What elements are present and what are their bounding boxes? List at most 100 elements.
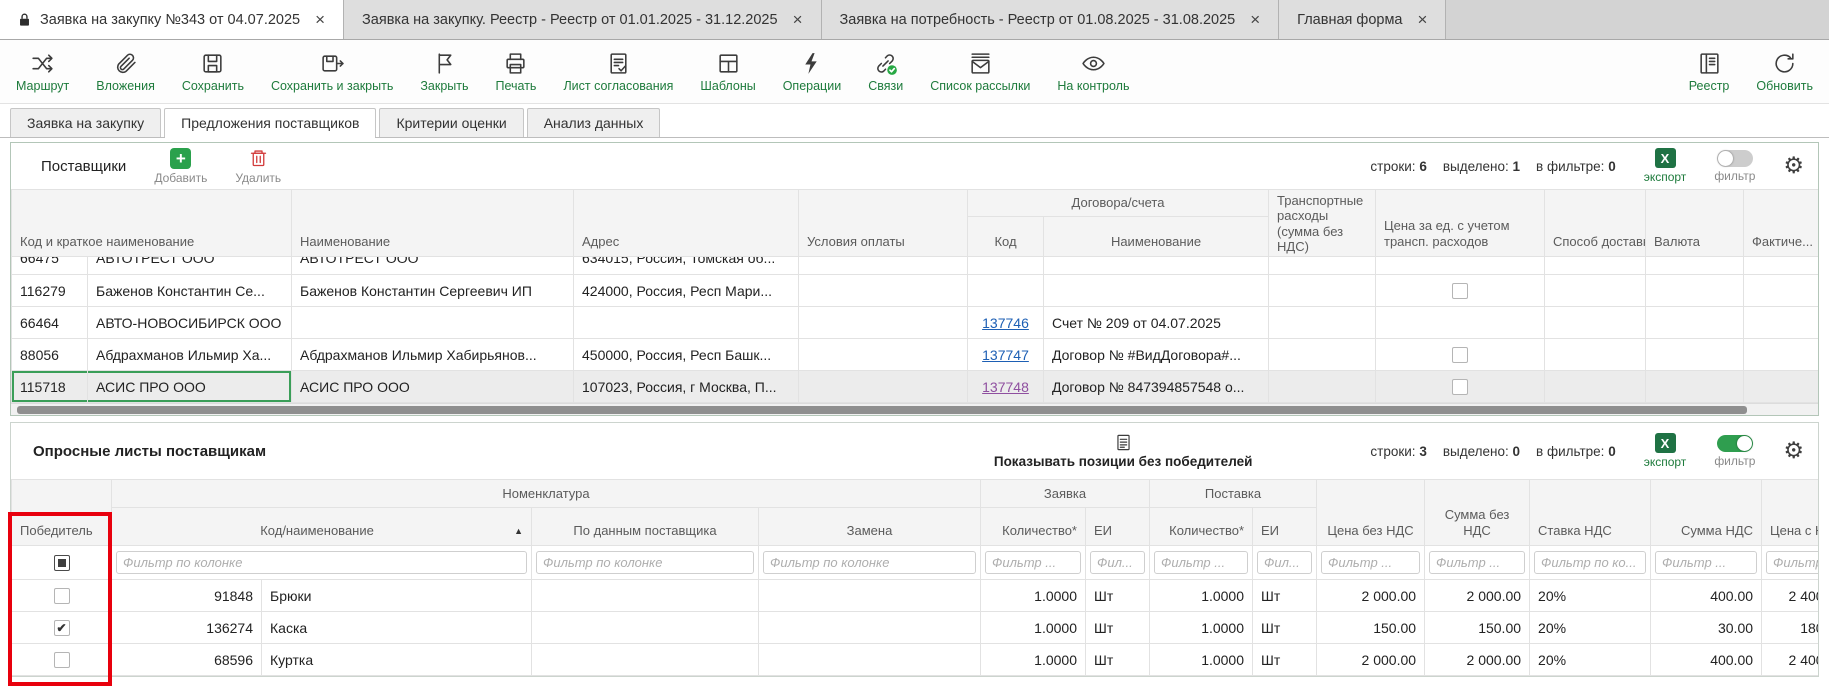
supplier-row-selected[interactable]: 115718 АСИС ПРО ООО АСИС ПРО ООО 107023,…: [12, 371, 1819, 403]
contract-link[interactable]: 137746: [982, 315, 1029, 331]
col-actual: Фактиче...: [1744, 190, 1819, 257]
close-tab-icon[interactable]: ×: [315, 10, 325, 30]
col-group-nomenclature: Номенклатура: [112, 480, 981, 508]
route-button[interactable]: Маршрут: [16, 51, 69, 93]
save-button[interactable]: Сохранить: [182, 51, 244, 93]
col-by-supplier: По данным поставщика: [532, 508, 759, 546]
toggle-on-icon[interactable]: [1717, 435, 1753, 452]
col-unit-price-transport: Цена за ед. с учетом трансп. расходов: [1376, 190, 1545, 257]
winner-checkbox-checked[interactable]: ✔: [54, 620, 70, 636]
filter-by-supplier-input[interactable]: [536, 551, 754, 574]
supplier-row[interactable]: 66475 АВТОТРЕСТ ООО АВТОТРЕСТ ООО 634015…: [12, 257, 1819, 275]
selected-count: 1: [1513, 159, 1521, 174]
questionnaires-title: Опросные листы поставщикам: [33, 443, 266, 460]
window-tab-label: Заявка на закупку №343 от 04.07.2025: [40, 12, 300, 28]
tab-purchase-request[interactable]: Заявка на закупку: [10, 108, 161, 137]
add-supplier-button[interactable]: + Добавить: [154, 148, 207, 185]
save-and-close-button[interactable]: Сохранить и закрыть: [271, 51, 393, 93]
questionnaire-row[interactable]: 91848 Брюки 1.0000 Шт 1.0000 Шт 2 000.00…: [12, 580, 1820, 612]
filter-vat-rate-input[interactable]: [1534, 551, 1646, 574]
lightning-icon: [799, 51, 824, 76]
questionnaire-row[interactable]: ✔ 136274 Каска 1.0000 Шт 1.0000 Шт 150.0…: [12, 612, 1820, 644]
col-price-no-vat: Цена без НДС: [1317, 480, 1425, 546]
supplier-row[interactable]: 116279 Баженов Константин Се... Баженов …: [12, 275, 1819, 307]
tab-data-analysis[interactable]: Анализ данных: [527, 108, 661, 137]
filter-price-no-vat-input[interactable]: [1321, 551, 1420, 574]
filter-unit-request-input[interactable]: [1090, 551, 1145, 574]
col-code-name-sortable[interactable]: ▲Код/наименование: [112, 508, 532, 546]
to-control-button[interactable]: На контроль: [1057, 51, 1129, 93]
questionnaires-panel: Опросные листы поставщикам Показывать по…: [10, 422, 1819, 677]
window-tab-need-registry[interactable]: Заявка на потребность - Реестр от 01.08.…: [822, 0, 1280, 39]
questionnaire-row[interactable]: 68596 Куртка 1.0000 Шт 1.0000 Шт 2 000.0…: [12, 644, 1820, 676]
close-form-button[interactable]: Закрыть: [420, 51, 468, 93]
questionnaires-export-button[interactable]: X экспорт: [1644, 433, 1687, 469]
window-tab-label: Заявка на потребность - Реестр от 01.08.…: [840, 12, 1236, 28]
col-sum-no-vat: Сумма без НДС: [1425, 480, 1530, 546]
save-icon: [200, 51, 225, 76]
supplier-row[interactable]: 66464 АВТО-НОВОСИБИРСК ООО 137746 Счет №…: [12, 307, 1819, 339]
refresh-icon: [1772, 51, 1797, 76]
suppliers-filter-toggle[interactable]: фильтр: [1714, 150, 1755, 183]
col-payment-terms: Условия оплаты: [799, 190, 968, 257]
supplier-row[interactable]: 88056 Абдрахманов Ильмир Ха... Абдрахман…: [12, 339, 1819, 371]
links-button[interactable]: Связи: [868, 51, 903, 93]
questionnaires-counters: строки: 3 выделено: 0 в фильтре: 0: [1370, 444, 1615, 459]
filter-price-with-vat-input[interactable]: [1766, 551, 1819, 574]
transport-price-checkbox[interactable]: [1452, 347, 1468, 363]
col-name: Наименование: [292, 190, 574, 257]
window-tab-main-form[interactable]: Главная форма ×: [1279, 0, 1446, 39]
attachments-button[interactable]: Вложения: [96, 51, 155, 93]
horizontal-scrollbar[interactable]: [11, 403, 1818, 415]
winner-checkbox[interactable]: [54, 652, 70, 668]
questionnaires-settings-gear-icon[interactable]: ⚙: [1783, 440, 1804, 463]
plus-icon: +: [170, 148, 191, 169]
questionnaires-filter-toggle[interactable]: фильтр: [1714, 435, 1755, 468]
rows-count: 6: [1419, 159, 1427, 174]
winner-select-all-checkbox[interactable]: [54, 555, 70, 571]
filter-unit-supply-input[interactable]: [1257, 551, 1312, 574]
col-price-with-vat: Цена с Н...: [1762, 480, 1819, 546]
contract-link[interactable]: 137748: [982, 379, 1029, 395]
suppliers-panel: Поставщики + Добавить Удалить строки: 6 …: [10, 142, 1819, 416]
operations-button[interactable]: Операции: [783, 51, 841, 93]
window-tab-request[interactable]: Заявка на закупку №343 от 04.07.2025 ×: [0, 0, 344, 39]
tab-evaluation-criteria[interactable]: Критерии оценки: [379, 108, 523, 137]
suppliers-export-button[interactable]: X экспорт: [1644, 148, 1687, 184]
close-tab-icon[interactable]: ×: [793, 10, 803, 30]
print-button[interactable]: Печать: [496, 51, 537, 93]
lock-icon: [18, 12, 31, 27]
mailing-list-button[interactable]: Список рассылки: [930, 51, 1030, 93]
filter-qty-supply-input[interactable]: [1154, 551, 1248, 574]
col-vat-sum: Сумма НДС: [1651, 480, 1762, 546]
filtered-count: 0: [1608, 159, 1616, 174]
approval-sheet-button[interactable]: Лист согласования: [563, 51, 673, 93]
contract-link[interactable]: 137747: [982, 347, 1029, 363]
filter-replacement-input[interactable]: [763, 551, 976, 574]
save-close-icon: [320, 51, 345, 76]
transport-price-checkbox[interactable]: [1452, 379, 1468, 395]
transport-price-checkbox[interactable]: [1452, 283, 1468, 299]
col-qty-request: Количество*: [981, 508, 1086, 546]
window-tab-request-registry[interactable]: Заявка на закупку. Реестр - Реестр от 01…: [344, 0, 821, 39]
winner-checkbox[interactable]: [54, 588, 70, 604]
col-unit-supply: ЕИ: [1253, 508, 1317, 546]
route-icon: [30, 51, 55, 76]
scrollbar-thumb[interactable]: [17, 406, 1747, 414]
refresh-button[interactable]: Обновить: [1756, 51, 1813, 93]
toggle-off-icon[interactable]: [1717, 150, 1753, 167]
excel-export-icon: X: [1655, 148, 1676, 168]
filter-vat-sum-input[interactable]: [1655, 551, 1757, 574]
registry-button[interactable]: Реестр: [1689, 51, 1730, 93]
delete-supplier-button[interactable]: Удалить: [235, 148, 281, 185]
filter-qty-request-input[interactable]: [985, 551, 1081, 574]
filter-code-name-input[interactable]: [116, 551, 527, 574]
filter-sum-no-vat-input[interactable]: [1429, 551, 1525, 574]
close-tab-icon[interactable]: ×: [1417, 10, 1427, 30]
suppliers-settings-gear-icon[interactable]: ⚙: [1783, 155, 1804, 178]
close-tab-icon[interactable]: ×: [1250, 10, 1260, 30]
flag-icon: [432, 51, 457, 76]
templates-button[interactable]: Шаблоны: [700, 51, 755, 93]
tab-supplier-offers[interactable]: Предложения поставщиков: [164, 108, 376, 137]
show-positions-without-winners-button[interactable]: Показывать позиции без победителей: [994, 433, 1253, 469]
